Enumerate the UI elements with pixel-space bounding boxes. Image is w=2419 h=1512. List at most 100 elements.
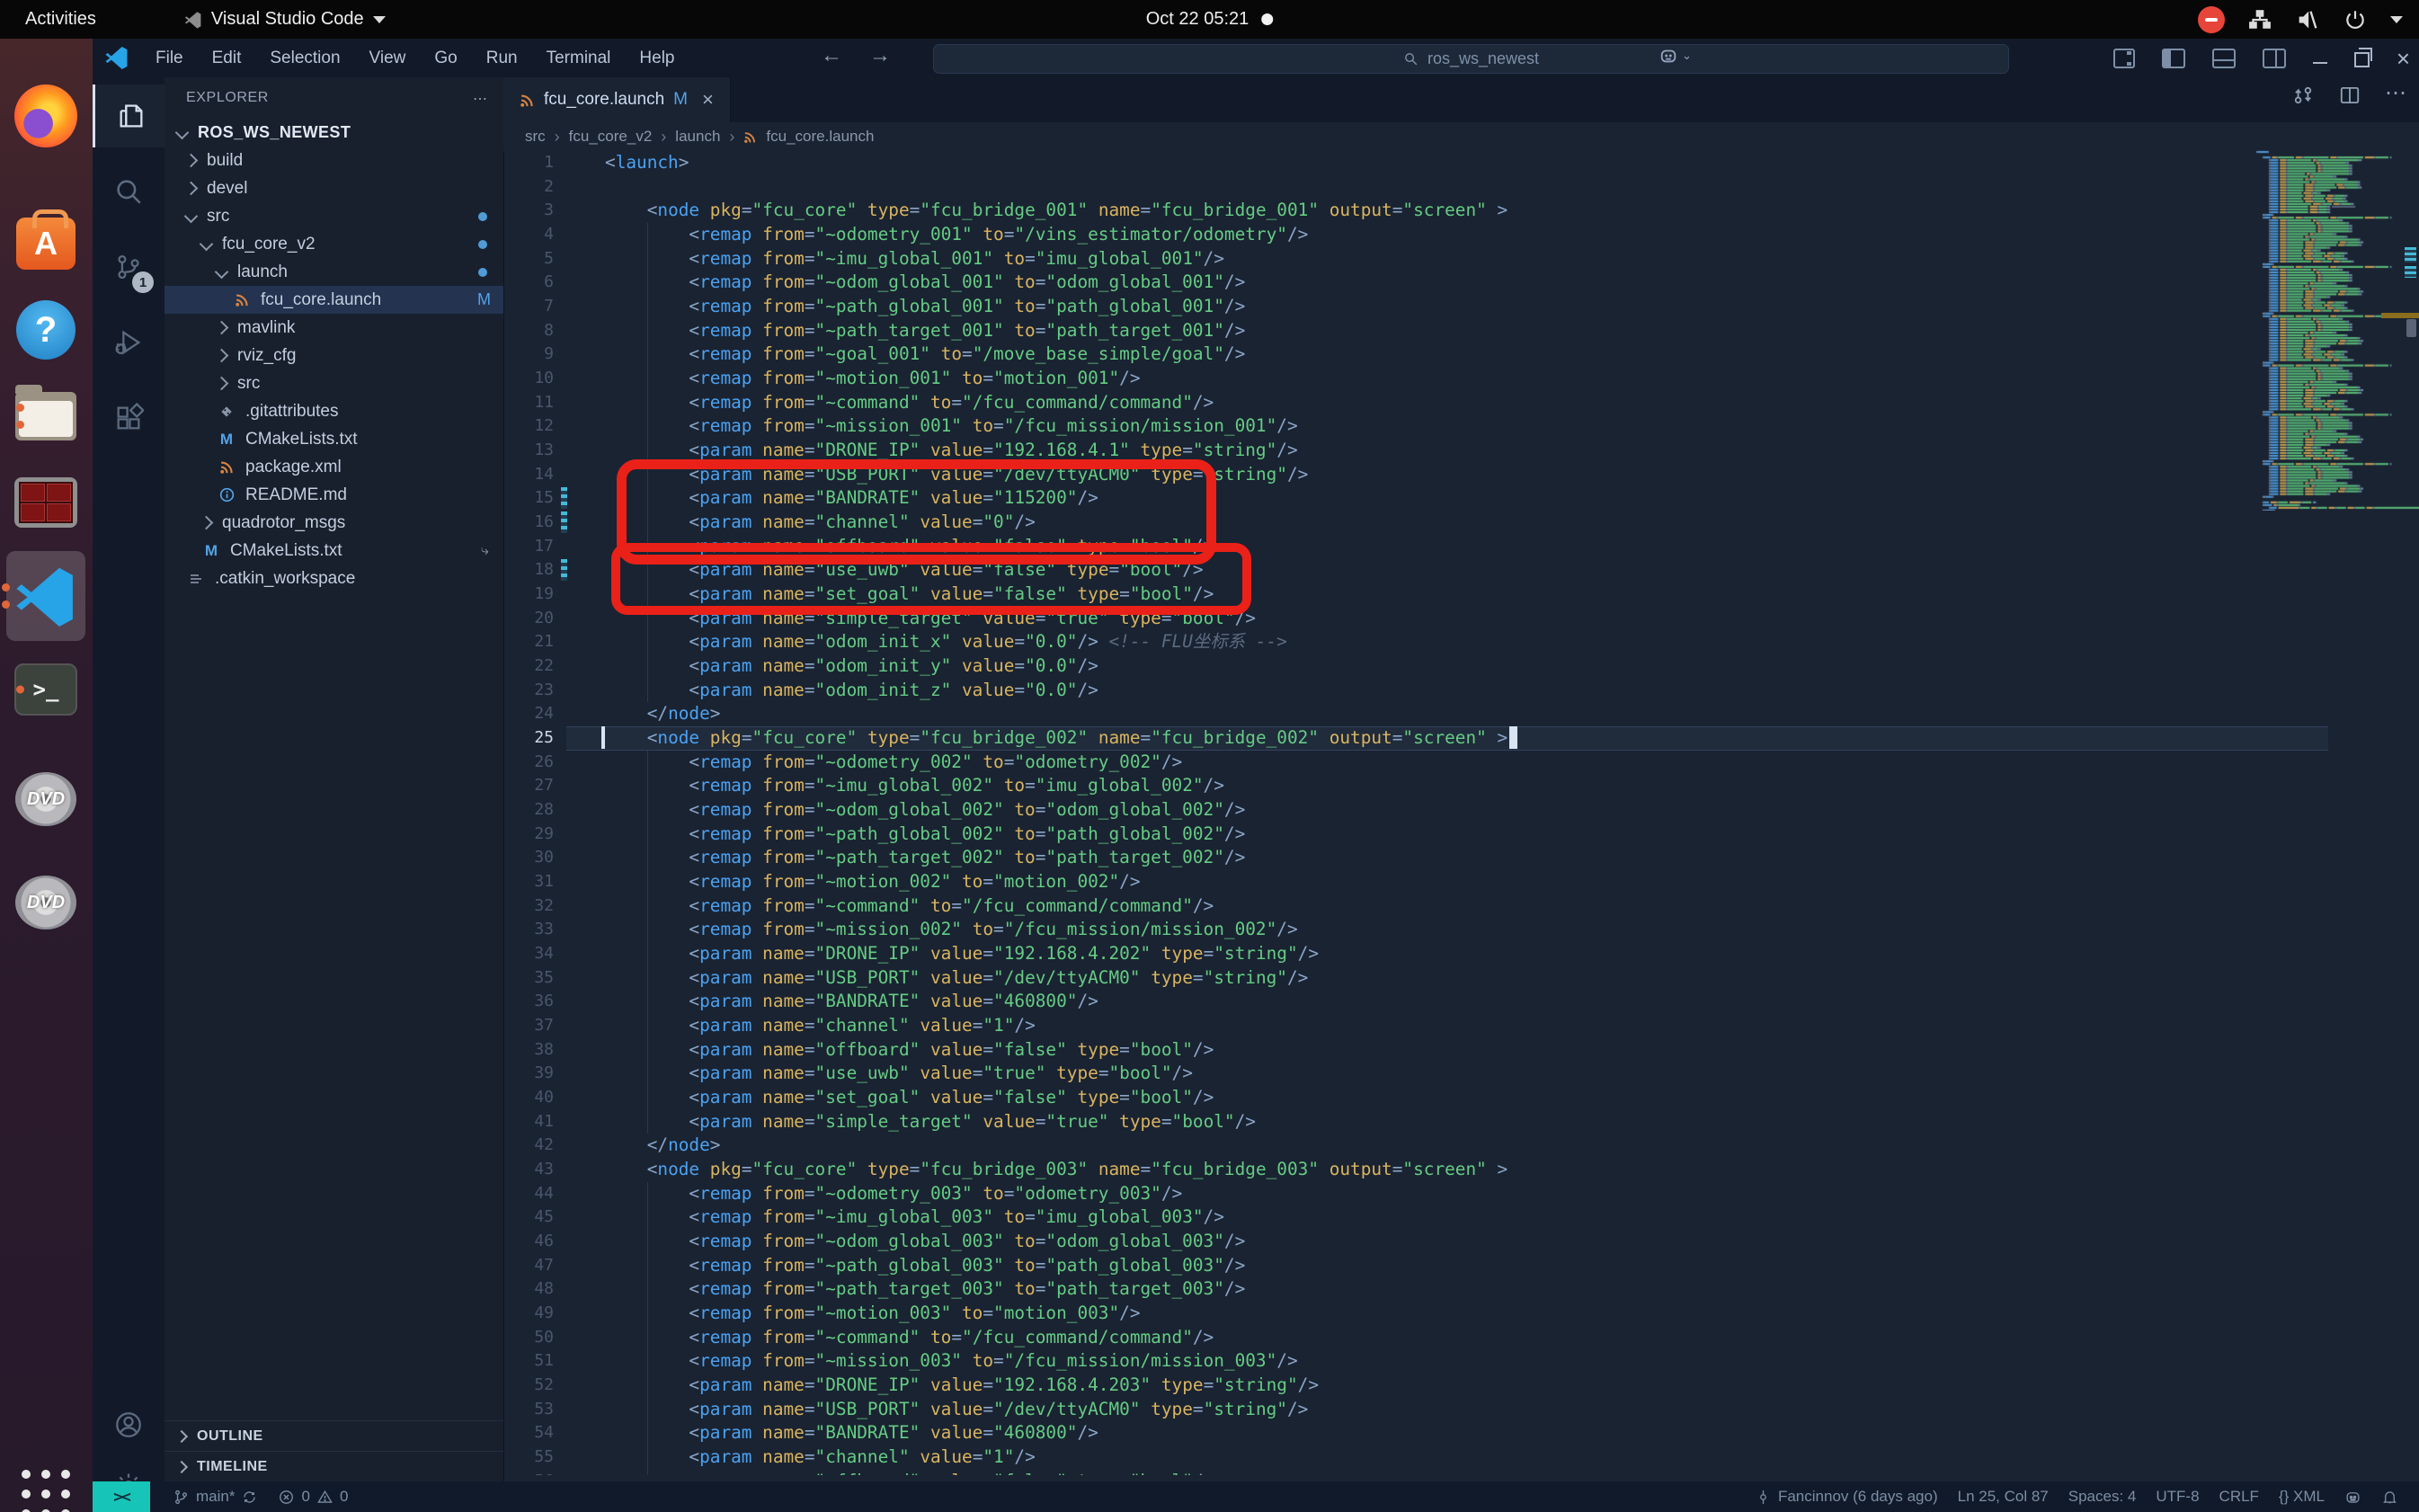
menu-view[interactable]: View [357, 45, 419, 72]
ubuntu-software-icon: A [16, 218, 76, 270]
tree-item-src[interactable]: src [165, 369, 503, 397]
dock-item-ubuntu-software[interactable]: A [13, 211, 78, 276]
minimize-button[interactable] [2313, 62, 2327, 64]
commit-info-item[interactable]: Fancinnov (6 days ago) [1745, 1481, 1948, 1512]
tree-item-devel[interactable]: devel [165, 174, 503, 202]
dock-item-files[interactable] [13, 384, 78, 449]
tree-workspace-root[interactable]: ROS_WS_NEWEST [165, 119, 503, 147]
show-applications-button[interactable] [20, 1468, 72, 1512]
explorer-more-actions[interactable]: ⋯ [473, 90, 489, 108]
search-icon [1403, 51, 1418, 67]
scrollbar-thumb[interactable] [2406, 319, 2416, 337]
remote-indicator[interactable]: >< [93, 1481, 150, 1512]
indentation-item[interactable]: Spaces: 4 [2059, 1481, 2147, 1512]
dock-item-help[interactable]: ? [13, 298, 78, 362]
line-number: 6 [503, 271, 554, 295]
activity-search[interactable] [93, 160, 165, 223]
line-number: 3 [503, 199, 554, 223]
command-center-search[interactable]: ros_ws_newest [933, 44, 2009, 74]
tree-item-fcu_core.launch[interactable]: fcu_core.launchM [165, 286, 503, 314]
vscode-window: File Edit Selection View Go Run Terminal… [93, 39, 2419, 1512]
activity-source-control[interactable]: 1 [93, 236, 165, 298]
menu-go[interactable]: Go [422, 45, 469, 72]
menu-terminal[interactable]: Terminal [534, 45, 624, 72]
dock-item-screen-recorder[interactable] [13, 470, 78, 535]
breadcrumb-item[interactable]: fcu_core.launch [766, 128, 874, 146]
copilot-button[interactable]: ⌄ [1659, 46, 1692, 66]
dock-item-terminal[interactable]: >_ [13, 657, 78, 722]
dock-item-vscode[interactable] [6, 551, 85, 641]
encoding-item[interactable]: UTF-8 [2146, 1481, 2209, 1512]
notifications-item[interactable] [2371, 1481, 2408, 1512]
customize-layout-icon[interactable] [2113, 49, 2135, 68]
toggle-sidebar-icon[interactable] [2162, 49, 2185, 68]
line-number: 19 [503, 583, 554, 607]
tree-item-README.md[interactable]: README.md [165, 481, 503, 509]
minimap[interactable] [2240, 144, 2419, 511]
activity-accounts[interactable] [93, 1393, 165, 1456]
toggle-secondary-sidebar-icon[interactable] [2263, 49, 2286, 68]
activity-run-debug[interactable] [93, 311, 165, 374]
tree-item-.gitattributes[interactable]: .gitattributes [165, 397, 503, 425]
system-tray[interactable] [2198, 6, 2403, 33]
line-number: 4 [503, 223, 554, 247]
clock[interactable]: Oct 22 05:21 [1146, 9, 1274, 30]
warning-icon [316, 1489, 334, 1506]
tree-item-src[interactable]: src [165, 202, 503, 230]
tree-item-CMakeLists.txt[interactable]: MCMakeLists.txt⤷ [165, 537, 503, 565]
menu-edit[interactable]: Edit [200, 45, 254, 72]
tree-item-fcu_core_v2[interactable]: fcu_core_v2 [165, 230, 503, 258]
go-back-button[interactable]: ← [821, 43, 842, 68]
cursor-position-item[interactable]: Ln 25, Col 87 [1948, 1481, 2059, 1512]
tree-item-launch[interactable]: launch [165, 258, 503, 286]
toggle-panel-icon[interactable] [2212, 49, 2236, 68]
restore-button[interactable] [2354, 52, 2370, 67]
file-tree: ROS_WS_NEWESTbuilddevelsrcfcu_core_v2lau… [165, 119, 503, 592]
open-changes-icon[interactable] [2291, 84, 2315, 107]
tree-item-.catkin_workspace[interactable]: .catkin_workspace [165, 565, 503, 592]
git-branch-item[interactable]: main* [163, 1481, 268, 1512]
xml-file-icon [520, 93, 535, 108]
tree-item-quadrotor_msgs[interactable]: quadrotor_msgs [165, 509, 503, 537]
dock-item-dvd-2[interactable]: DVD [13, 870, 78, 935]
breadcrumb-item[interactable]: launch [675, 128, 720, 146]
tab-fcu-core-launch[interactable]: fcu_core.launch M × [503, 77, 731, 122]
tree-item-build[interactable]: build [165, 147, 503, 174]
go-forward-button[interactable]: → [869, 43, 891, 68]
menu-help[interactable]: Help [627, 45, 687, 72]
activity-explorer[interactable] [93, 84, 167, 147]
copilot-status-item[interactable] [2335, 1481, 2371, 1512]
breadcrumb-item[interactable]: src [525, 128, 546, 146]
more-actions-icon[interactable]: ⋯ [2385, 84, 2406, 107]
activities-button[interactable]: Activities [0, 0, 121, 39]
tree-item-mavlink[interactable]: mavlink [165, 314, 503, 342]
menu-selection[interactable]: Selection [257, 45, 352, 72]
activity-extensions[interactable] [93, 387, 165, 449]
menu-run[interactable]: Run [474, 45, 530, 72]
panel-timeline[interactable]: TIMELINE [165, 1451, 503, 1481]
dock-item-firefox[interactable] [13, 84, 78, 148]
tree-item-package.xml[interactable]: package.xml [165, 453, 503, 481]
line-number: 26 [503, 751, 554, 775]
tree-item-label: fcu_core.launch [261, 290, 381, 310]
eol-item[interactable]: CRLF [2210, 1481, 2269, 1512]
breadcrumb: src› fcu_core_v2› launch› fcu_core.launc… [503, 122, 2419, 151]
tab-close-icon[interactable]: × [702, 88, 714, 111]
focused-app-menu[interactable]: Visual Studio Code [184, 9, 386, 30]
code-editor[interactable]: 1<launch>23 <node pkg="fcu_core" type="f… [503, 151, 2419, 1475]
line-number: 40 [503, 1086, 554, 1110]
close-button[interactable]: × [2397, 47, 2410, 70]
panel-outline[interactable]: OUTLINE [165, 1420, 503, 1451]
firefox-icon [14, 84, 77, 147]
split-editor-icon[interactable] [2338, 84, 2361, 107]
menu-file[interactable]: File [143, 45, 196, 72]
breadcrumb-item[interactable]: fcu_core_v2 [569, 128, 653, 146]
chevron-down-icon [2390, 16, 2403, 23]
problems-item[interactable]: 0 0 [268, 1481, 358, 1512]
line-number: 29 [503, 823, 554, 847]
language-mode-item[interactable]: {} XML [2269, 1481, 2335, 1512]
line-number: 20 [503, 607, 554, 631]
dock-item-dvd-1[interactable]: DVD [13, 767, 78, 832]
tree-item-CMakeLists.txt[interactable]: MCMakeLists.txt [165, 425, 503, 453]
tree-item-rviz_cfg[interactable]: rviz_cfg [165, 342, 503, 369]
